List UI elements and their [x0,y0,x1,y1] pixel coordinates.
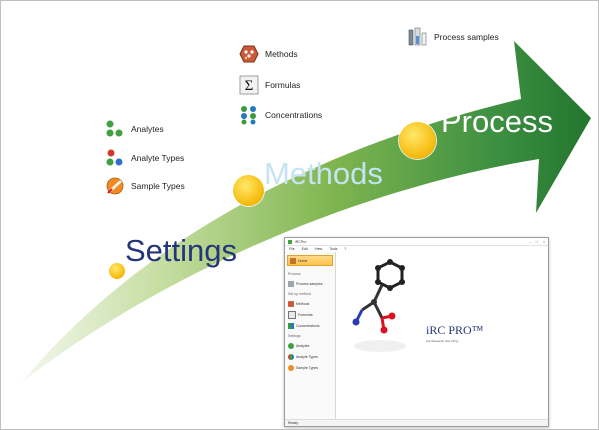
methods-icon [288,300,294,307]
sample-types-item: Sample Types [105,176,185,196]
window-title: iRCPro [295,239,307,244]
concentrations-icon [288,322,294,329]
methods-item: Methods [239,44,298,64]
menu-file[interactable]: File [289,247,295,251]
sample-types-icon [288,364,294,371]
methods-stage-dot [233,175,264,206]
molecule-logo [352,259,406,352]
close-icon[interactable]: × [543,240,545,244]
sidebar-home-label: Home [298,258,308,263]
methods-icon [239,45,259,63]
sidebar-section-process: Process [288,272,301,276]
workflow-diagram: Methods Σ Formulas Concentrations Proces… [0,0,599,430]
analyte-types-icon [106,149,123,166]
app-icon [288,239,292,244]
analyte-types-icon [288,353,294,360]
formulas-item: Σ Formulas [239,75,300,95]
sidebar-sample-types-label: Sample Types [296,365,319,370]
methods-stage-label: Methods [264,156,383,191]
process-samples-icon [288,280,294,287]
svg-text:Σ: Σ [245,78,254,94]
menu-tools[interactable]: Tools [329,247,337,251]
sidebar-item-home[interactable]: Home [287,255,333,266]
analytes-icon [288,342,294,349]
sidebar-item-process-samples[interactable]: Process samples [285,278,335,289]
concentrations-label: Concentrations [265,110,323,120]
window-main-area: iRC PRO™ (for Research Use Only) [336,252,548,420]
maximize-icon[interactable]: □ [536,240,538,244]
sidebar-methods-label: Methods [296,301,310,306]
software-window: iRCPro – □ × File Edit View Tools ? Home… [284,237,549,427]
sample-types-label: Sample Types [131,181,185,191]
status-bar: Ready [285,419,548,426]
menu-edit[interactable]: Edit [302,247,308,251]
sidebar-item-formulas[interactable]: Formulas [285,309,335,320]
minimize-icon[interactable]: – [529,240,531,244]
sidebar-section-settings: Settings [288,334,301,338]
sidebar-item-concentrations[interactable]: Concentrations [285,320,335,331]
sidebar-analyte-types-label: Analyte Types [296,354,318,359]
analytes-icon [106,120,123,137]
process-stage-label: Process [441,104,553,139]
process-samples-icon [408,27,427,46]
sidebar-analytes-label: Analytes [296,343,310,348]
analyte-types-label: Analyte Types [131,153,185,163]
sigma-icon [288,310,296,319]
sidebar-item-analytes[interactable]: Analytes [285,340,335,351]
brand-name: iRC PRO™ [426,323,484,337]
analytes-item: Analytes [105,119,164,139]
menu-view[interactable]: View [315,247,323,251]
settings-stage-label: Settings [125,233,238,268]
sidebar-item-methods[interactable]: Methods [285,298,335,309]
concentrations-item: Concentrations [239,105,322,125]
brand-tagline: (for Research Use Only) [426,339,459,343]
sidebar-process-samples-label: Process samples [296,281,323,286]
analyte-types-item: Analyte Types [105,148,184,168]
process-samples-label: Process samples [434,32,499,42]
settings-stage-dot [109,263,125,279]
process-stage-dot [399,122,436,159]
sidebar-formulas-label: Formulas [298,312,313,317]
formulas-label: Formulas [265,80,301,90]
menu-help[interactable]: ? [344,247,346,251]
sample-types-icon [106,177,124,195]
home-icon [290,257,296,264]
process-samples-item: Process samples [408,27,499,47]
sidebar-item-analyte-types[interactable]: Analyte Types [285,351,335,362]
sidebar-section-setup: Set up method [288,292,311,296]
window-sidebar: Home Process Process samples Set up meth… [285,252,336,420]
sidebar-item-sample-types[interactable]: Sample Types [285,362,335,373]
analytes-label: Analytes [131,124,164,134]
sidebar-concentrations-label: Concentrations [296,323,320,328]
concentrations-icon [241,106,256,125]
window-title-bar: iRCPro – □ × [285,238,548,246]
methods-label: Methods [265,49,298,59]
sigma-icon: Σ [239,75,259,95]
